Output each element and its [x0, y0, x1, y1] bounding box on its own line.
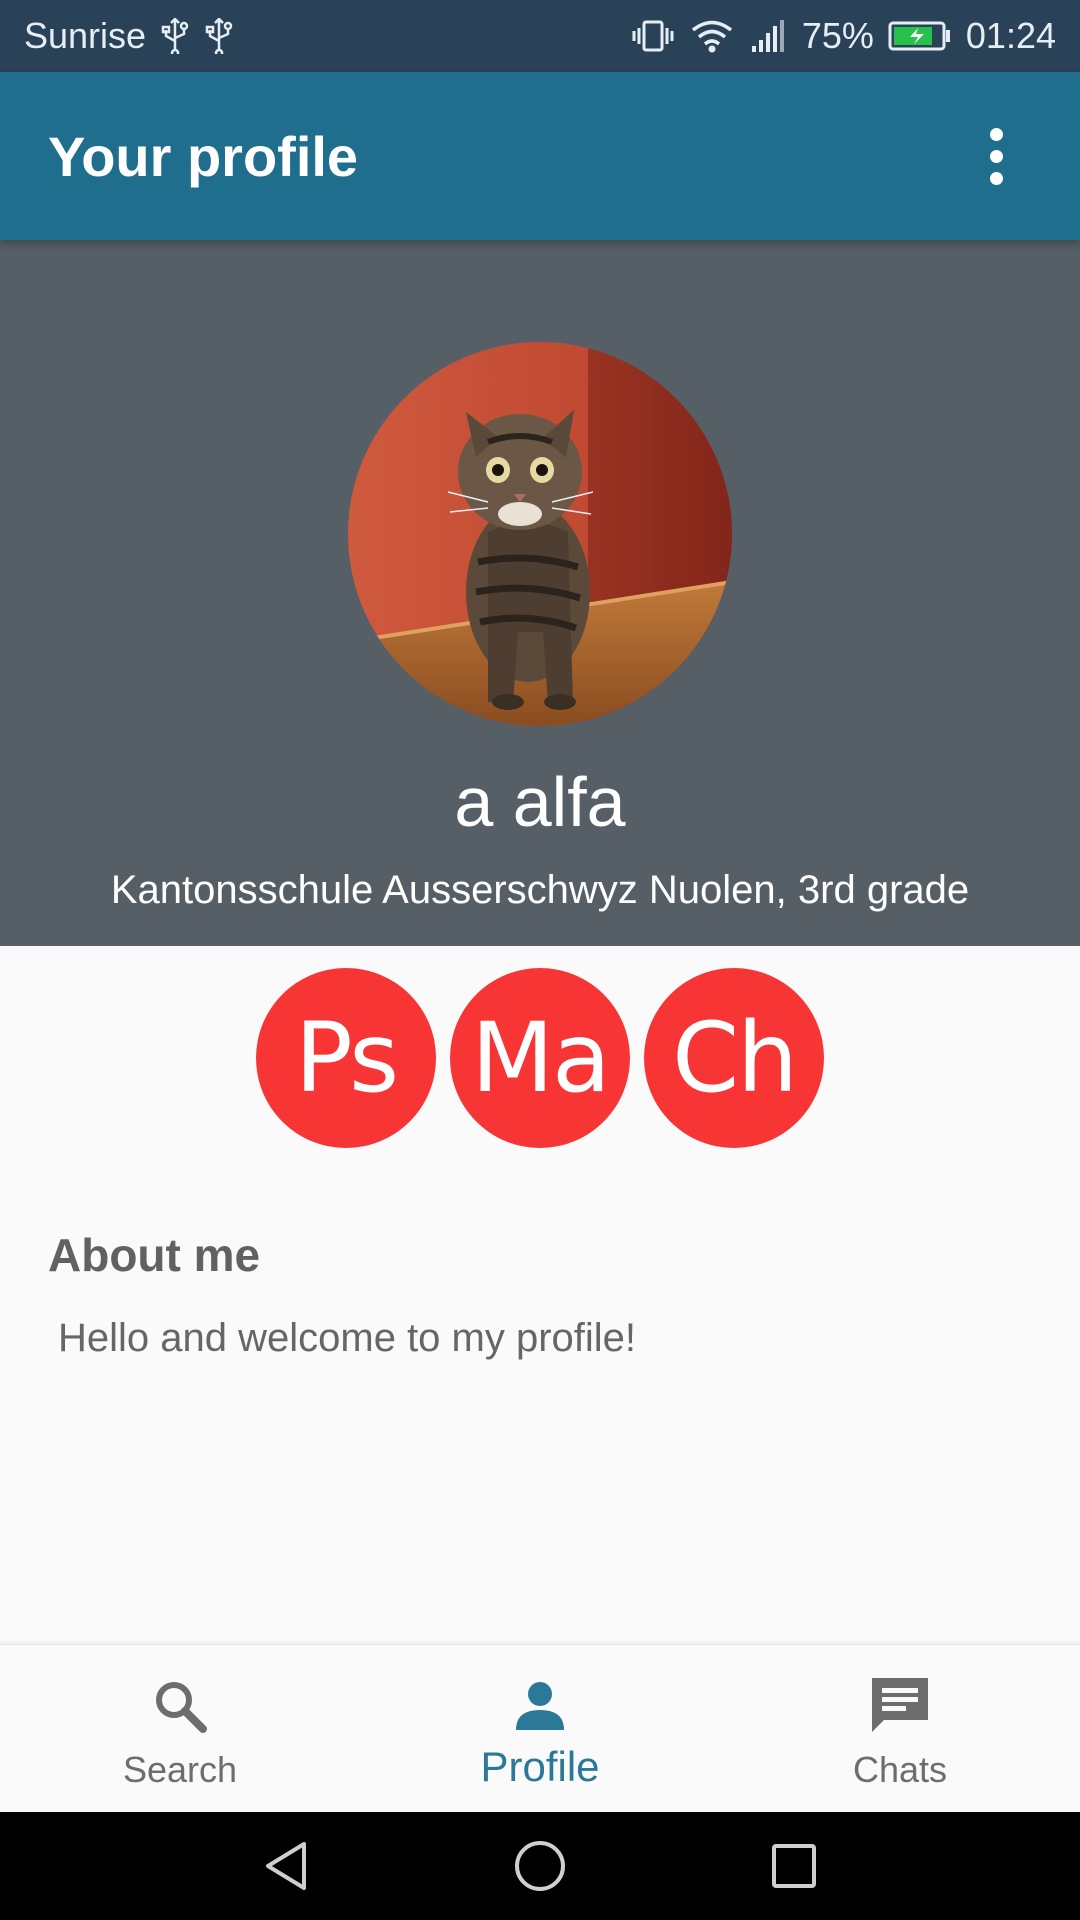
clock: 01:24 [965, 15, 1056, 56]
chat-icon [868, 1675, 932, 1737]
about-text: Hello and welcome to my profile! [58, 1316, 637, 1360]
search-icon [151, 1675, 209, 1737]
usb-icon [160, 18, 190, 54]
nav-label-profile: Profile [480, 1743, 600, 1790]
battery-charging-icon [888, 18, 952, 54]
avatar[interactable] [348, 342, 732, 726]
carrier-name: Sunrise [24, 15, 147, 56]
recents-icon[interactable] [762, 1834, 826, 1898]
system-navigation [0, 1812, 1080, 1920]
more-vert-icon[interactable] [960, 120, 1032, 192]
nav-item-profile[interactable]: Profile [360, 1645, 720, 1812]
home-icon[interactable] [508, 1834, 572, 1898]
subject-badge[interactable]: Ps [256, 968, 436, 1148]
signal-icon [748, 18, 788, 54]
nav-item-chats[interactable]: Chats [720, 1645, 1080, 1812]
nav-item-search[interactable]: Search [0, 1645, 360, 1812]
app-bar: Your profile [0, 72, 1080, 240]
status-right: 75% 01:24 [630, 15, 1056, 57]
profile-header: a alfa Kantonsschule Ausserschwyz Nuolen… [0, 240, 1080, 946]
profile-name: a alfa [454, 763, 626, 841]
status-left: Sunrise [24, 15, 234, 57]
person-icon [512, 1675, 568, 1737]
subject-badge[interactable]: Ch [644, 968, 824, 1148]
subject-list: Ps Ma Ch [0, 968, 1080, 1148]
nav-label-search: Search [122, 1749, 238, 1790]
back-icon[interactable] [254, 1834, 318, 1898]
vibrate-icon [630, 18, 676, 54]
page-title: Your profile [48, 124, 359, 188]
nav-label-chats: Chats [852, 1749, 948, 1790]
usb-icon [204, 18, 234, 54]
battery-percentage: 75% [801, 15, 874, 56]
status-bar: Sunrise 75% 01:24 [0, 0, 1080, 72]
bottom-navigation: Search Profile Chats [0, 1644, 1080, 1812]
subject-badge[interactable]: Ma [450, 968, 630, 1148]
profile-school: Kantonsschule Ausserschwyz Nuolen, 3rd g… [110, 868, 970, 912]
wifi-icon [690, 18, 734, 54]
about-title: About me [48, 1229, 261, 1281]
